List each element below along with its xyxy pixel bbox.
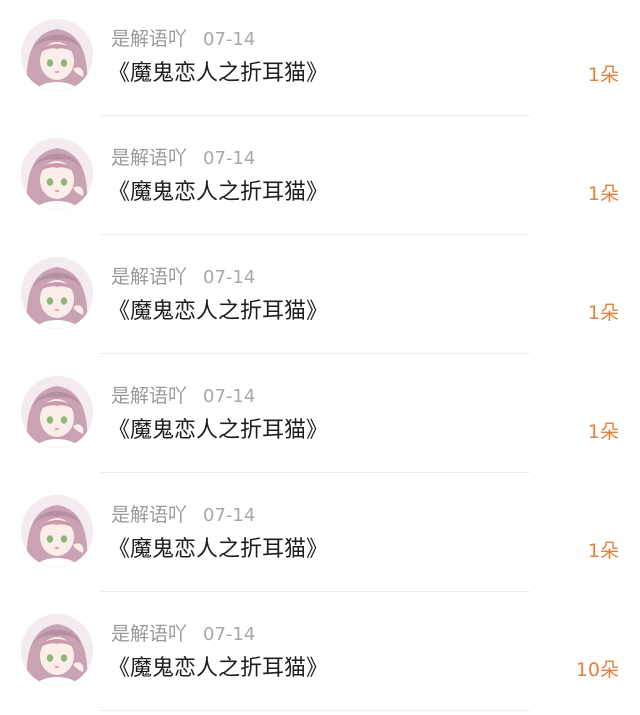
anime-girl-avatar-icon xyxy=(21,614,93,686)
item-meta: 是解语吖 07-14 xyxy=(111,146,255,170)
gift-title[interactable]: 《魔鬼恋人之折耳猫》 xyxy=(108,58,328,90)
date: 07-14 xyxy=(203,267,256,288)
divider xyxy=(100,591,530,592)
gift-title[interactable]: 《魔鬼恋人之折耳猫》 xyxy=(108,177,328,209)
item-meta: 是解语吖 07-14 xyxy=(111,384,255,408)
list-item[interactable]: 是解语吖 07-14 《魔鬼恋人之折耳猫》 1朵 xyxy=(0,119,640,238)
gift-count: 1朵 xyxy=(587,421,619,443)
divider xyxy=(100,234,530,235)
divider xyxy=(100,115,530,116)
item-meta: 是解语吖 07-14 xyxy=(111,503,255,527)
user-name[interactable]: 是解语吖 xyxy=(111,385,187,407)
list-item[interactable]: 是解语吖 07-14 《魔鬼恋人之折耳猫》 10朵 xyxy=(0,595,640,714)
item-meta: 是解语吖 07-14 xyxy=(111,27,255,51)
gift-title[interactable]: 《魔鬼恋人之折耳猫》 xyxy=(108,415,328,447)
date: 07-14 xyxy=(203,624,256,645)
user-name[interactable]: 是解语吖 xyxy=(111,623,187,645)
avatar[interactable] xyxy=(21,495,93,567)
gift-title[interactable]: 《魔鬼恋人之折耳猫》 xyxy=(108,534,328,566)
list-item[interactable]: 是解语吖 07-14 《魔鬼恋人之折耳猫》 1朵 xyxy=(0,357,640,476)
gift-record-list: 是解语吖 07-14 《魔鬼恋人之折耳猫》 1朵 是解语吖 07-14 《魔鬼恋人之… xyxy=(0,0,640,715)
avatar[interactable] xyxy=(21,257,93,329)
date: 07-14 xyxy=(203,386,256,407)
gift-title[interactable]: 《魔鬼恋人之折耳猫》 xyxy=(108,653,328,685)
user-name[interactable]: 是解语吖 xyxy=(111,28,187,50)
user-name[interactable]: 是解语吖 xyxy=(111,147,187,169)
anime-girl-avatar-icon xyxy=(21,376,93,448)
divider xyxy=(100,353,530,354)
anime-girl-avatar-icon xyxy=(21,19,93,91)
list-item[interactable]: 是解语吖 07-14 《魔鬼恋人之折耳猫》 1朵 xyxy=(0,238,640,357)
gift-count: 10朵 xyxy=(575,659,619,681)
user-name[interactable]: 是解语吖 xyxy=(111,266,187,288)
anime-girl-avatar-icon xyxy=(21,495,93,567)
item-meta: 是解语吖 07-14 xyxy=(111,265,255,289)
gift-count: 1朵 xyxy=(587,302,619,324)
list-item[interactable]: 是解语吖 07-14 《魔鬼恋人之折耳猫》 1朵 xyxy=(0,0,640,119)
avatar[interactable] xyxy=(21,376,93,448)
gift-count: 1朵 xyxy=(587,64,619,86)
item-meta: 是解语吖 07-14 xyxy=(111,622,255,646)
divider xyxy=(100,472,530,473)
date: 07-14 xyxy=(203,148,256,169)
divider xyxy=(100,710,530,711)
gift-count: 1朵 xyxy=(587,183,619,205)
date: 07-14 xyxy=(203,505,256,526)
gift-count: 1朵 xyxy=(587,540,619,562)
date: 07-14 xyxy=(203,29,256,50)
anime-girl-avatar-icon xyxy=(21,257,93,329)
avatar[interactable] xyxy=(21,138,93,210)
avatar[interactable] xyxy=(21,614,93,686)
gift-title[interactable]: 《魔鬼恋人之折耳猫》 xyxy=(108,296,328,328)
avatar[interactable] xyxy=(21,19,93,91)
list-item[interactable]: 是解语吖 07-14 《魔鬼恋人之折耳猫》 1朵 xyxy=(0,476,640,595)
user-name[interactable]: 是解语吖 xyxy=(111,504,187,526)
anime-girl-avatar-icon xyxy=(21,138,93,210)
